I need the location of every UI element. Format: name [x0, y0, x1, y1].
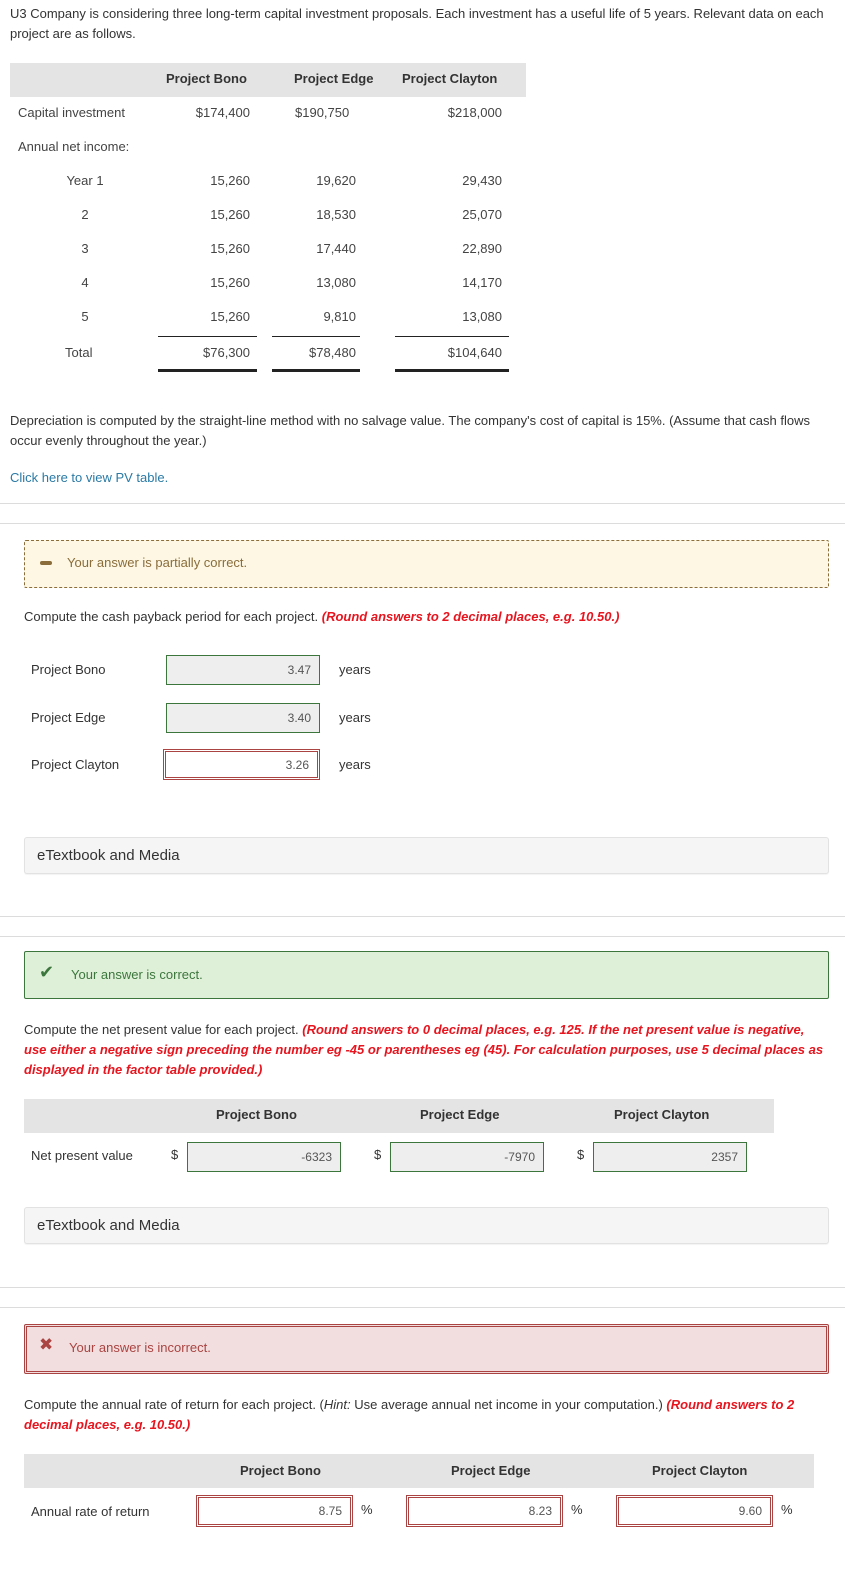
unit-percent: % [361, 1502, 373, 1517]
total-bono: $76,300 [203, 345, 250, 360]
payback-question: Compute the cash payback period for each… [24, 607, 824, 627]
total-clayton: $104,640 [447, 345, 502, 360]
depreciation-note: Depreciation is computed by the straight… [10, 413, 810, 448]
minus-icon [40, 561, 52, 565]
income-year-label: Year 1 [66, 173, 104, 188]
capital-bono: $174,400 [195, 105, 250, 120]
arr-row-label: Annual rate of return [31, 1504, 150, 1519]
payback-label-clayton: Project Clayton [31, 757, 120, 772]
npv-question: Compute the net present value for each p… [24, 1020, 824, 1080]
subtotal-rule [272, 336, 360, 337]
col-header-edge: Project Edge [294, 71, 374, 86]
currency-symbol: $ [577, 1147, 585, 1162]
unit-percent: % [781, 1502, 793, 1517]
divider [0, 916, 845, 917]
etextbook-media-label: eTextbook and Media [37, 847, 180, 864]
income-year-label: 3 [81, 241, 89, 256]
feedback-text: Your answer is incorrect. [69, 1340, 211, 1355]
question-text: Compute the cash payback period for each… [24, 609, 319, 624]
capital-investment-label: Capital investment [18, 105, 125, 120]
subtotal-rule [158, 336, 257, 337]
npv-row-label: Net present value [31, 1148, 133, 1163]
income-year-label: 5 [81, 309, 89, 324]
capital-edge: $190,750 [295, 105, 350, 120]
income-cell: 13,080 [462, 309, 502, 324]
feedback-incorrect-banner: ✖ Your answer is incorrect. [24, 1324, 829, 1374]
currency-symbol: $ [171, 1147, 179, 1162]
income-cell: 18,530 [316, 207, 356, 222]
npv-header-edge: Project Edge [420, 1107, 500, 1122]
arr-header-edge: Project Edge [451, 1463, 531, 1478]
problem-intro: U3 Company is considering three long-ter… [10, 6, 824, 41]
unit-years: years [339, 757, 371, 772]
capital-clayton: $218,000 [447, 105, 502, 120]
arr-input-bono[interactable] [196, 1495, 353, 1527]
payback-input-edge[interactable] [166, 703, 320, 733]
income-cell: 14,170 [462, 275, 502, 290]
payback-label-bono: Project Bono [31, 662, 106, 677]
income-cell: 15,260 [210, 241, 250, 256]
hint-label: Hint: [323, 1397, 351, 1412]
col-header-clayton: Project Clayton [402, 71, 498, 86]
question-text: Compute the net present value for each p… [24, 1022, 299, 1037]
total-double-rule [158, 369, 257, 372]
unit-percent: % [571, 1502, 583, 1517]
npv-input-edge[interactable] [390, 1142, 544, 1172]
currency-symbol: $ [374, 1147, 382, 1162]
npv-header-clayton: Project Clayton [614, 1107, 710, 1122]
arr-question: Compute the annual rate of return for ea… [24, 1395, 829, 1435]
total-double-rule [272, 369, 360, 372]
feedback-partial-banner: Your answer is partially correct. [24, 540, 829, 588]
income-cell: 9,810 [323, 309, 356, 324]
income-cell: 17,440 [316, 241, 356, 256]
income-cell: 15,260 [210, 275, 250, 290]
etextbook-media-panel[interactable]: eTextbook and Media [24, 837, 829, 874]
divider [0, 503, 845, 504]
unit-years: years [339, 710, 371, 725]
unit-years: years [339, 662, 371, 677]
pv-table-link[interactable]: Click here to view PV table. [10, 470, 168, 485]
arr-input-edge[interactable] [406, 1495, 563, 1527]
feedback-text: Your answer is partially correct. [67, 555, 248, 570]
x-icon: ✖ [39, 1335, 54, 1354]
npv-input-clayton[interactable] [593, 1142, 747, 1172]
arr-header-bono: Project Bono [240, 1463, 321, 1478]
total-double-rule [395, 369, 509, 372]
income-year-label: 2 [81, 207, 89, 222]
income-year-label: 4 [81, 275, 89, 290]
etextbook-media-panel[interactable]: eTextbook and Media [24, 1207, 829, 1244]
divider [0, 1287, 845, 1288]
total-edge: $78,480 [309, 345, 356, 360]
income-cell: 22,890 [462, 241, 502, 256]
payback-input-clayton[interactable] [163, 749, 320, 780]
etextbook-media-label: eTextbook and Media [37, 1217, 180, 1234]
income-cell: 29,430 [462, 173, 502, 188]
feedback-correct-banner: ✔ Your answer is correct. [24, 951, 829, 999]
arr-header-clayton: Project Clayton [652, 1463, 748, 1478]
payback-input-bono[interactable] [166, 655, 320, 685]
rounding-instruction: (Round answers to 2 decimal places, e.g.… [321, 609, 620, 624]
income-cell: 25,070 [462, 207, 502, 222]
divider [0, 1307, 845, 1308]
divider [0, 523, 845, 524]
income-cell: 19,620 [316, 173, 356, 188]
feedback-text: Your answer is correct. [71, 967, 203, 982]
income-cell: 15,260 [210, 207, 250, 222]
income-cell: 15,260 [210, 173, 250, 188]
hint-text: Use average annual net income in your co… [350, 1397, 667, 1412]
col-header-bono: Project Bono [166, 71, 247, 86]
divider [0, 936, 845, 937]
npv-input-bono[interactable] [187, 1142, 341, 1172]
annual-income-label: Annual net income: [18, 139, 130, 154]
arr-input-clayton[interactable] [616, 1495, 773, 1527]
npv-header-bono: Project Bono [216, 1107, 297, 1122]
subtotal-rule [395, 336, 509, 337]
question-text: Compute the annual rate of return for ea… [24, 1397, 324, 1412]
checkmark-icon: ✔ [39, 962, 55, 982]
total-label: Total [65, 345, 93, 360]
income-cell: 13,080 [316, 275, 356, 290]
income-cell: 15,260 [210, 309, 250, 324]
payback-label-edge: Project Edge [31, 710, 106, 725]
